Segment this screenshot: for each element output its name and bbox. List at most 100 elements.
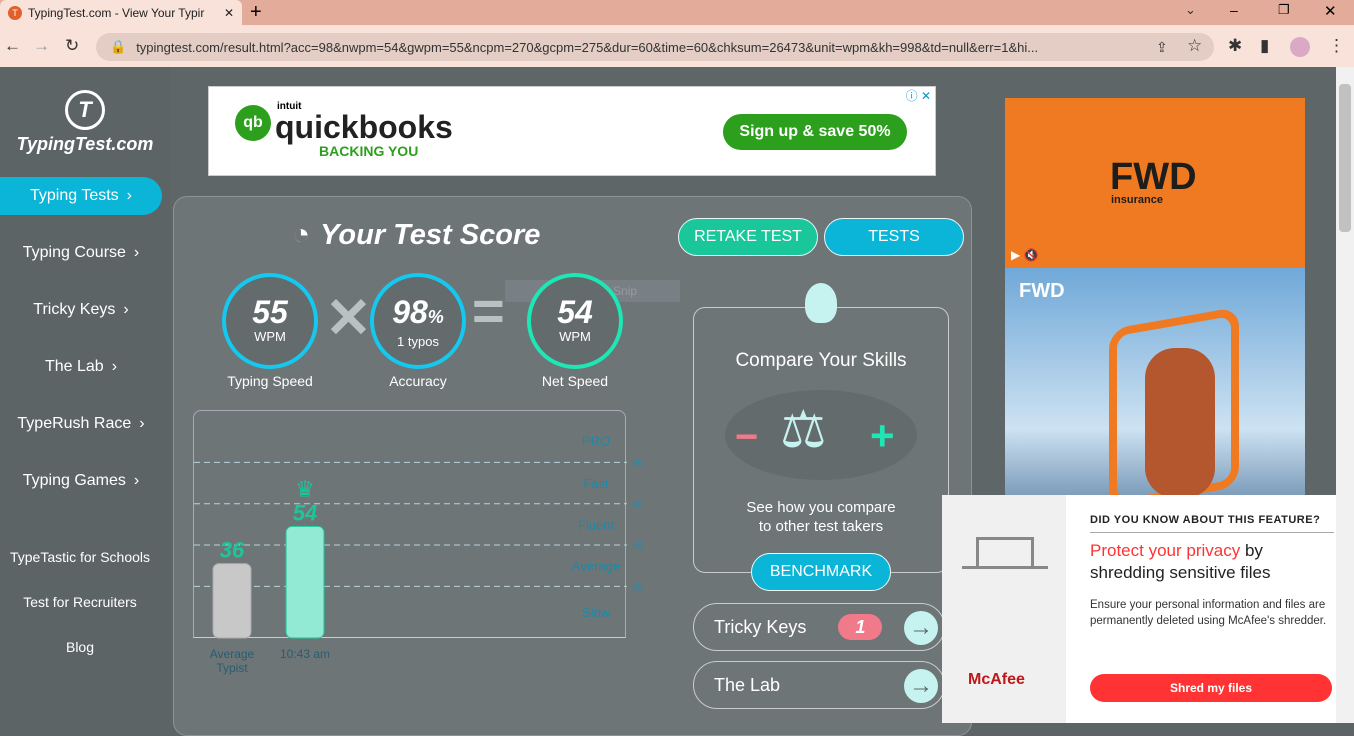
close-window-icon[interactable]: ✕	[1324, 2, 1337, 20]
mcafee-popup[interactable]: McAfee ✕ DID YOU KNOW ABOUT THIS FEATURE…	[942, 495, 1354, 723]
link-blog[interactable]: Blog	[0, 639, 160, 655]
tab-search-icon[interactable]: ⌄	[1185, 2, 1196, 18]
url-text: typingtest.com/result.html?acc=98&nwpm=5…	[136, 39, 1039, 55]
nav-label: TypeRush Race	[17, 415, 132, 432]
mcafee-left-panel: McAfee	[942, 495, 1066, 723]
hiker-figure	[1145, 348, 1215, 498]
address-bar[interactable]: 🔒 typingtest.com/result.html?acc=98&nwpm=…	[96, 33, 1214, 61]
chevron-right-icon: ›	[123, 301, 129, 318]
share-icon[interactable]: ⇪	[1156, 39, 1168, 56]
arrow-right-icon: →	[904, 611, 938, 645]
scrollbar-thumb[interactable]	[1339, 84, 1351, 232]
sidebar-item-typing-tests[interactable]: Typing Tests ›	[0, 177, 162, 215]
menu-icon[interactable]: ⋮	[1328, 36, 1345, 56]
nav-label: The Lab	[44, 358, 104, 375]
nav-label: Typing Tests	[30, 187, 119, 204]
site-logo[interactable]: T TypingTest.com	[0, 90, 170, 155]
link-recruiters[interactable]: Test for Recruiters	[0, 594, 160, 610]
sidebar-item-typing-games[interactable]: Typing Games ›	[0, 462, 162, 500]
band-label: Fast	[583, 476, 609, 491]
gridline-label: 45	[632, 541, 644, 552]
tests-button[interactable]: TESTS	[824, 218, 964, 256]
favicon-icon: T	[8, 5, 22, 20]
page-title: ◔ Your Test Score	[292, 218, 540, 252]
browser-tab[interactable]: T TypingTest.com - View Your Typir ✕	[0, 0, 242, 25]
restore-icon[interactable]: ❐	[1278, 2, 1290, 18]
reload-icon[interactable]: ↻	[65, 36, 79, 56]
net-speed-unit: WPM	[559, 329, 591, 344]
fwd-sub: insurance	[1111, 194, 1163, 206]
x-label-time: 10:43 am	[279, 647, 331, 661]
profile-avatar[interactable]	[1290, 37, 1310, 57]
title-text: Your Test Score	[320, 218, 541, 251]
play-mute-icon[interactable]: ▶ 🔇	[1011, 248, 1039, 262]
gridline-label: 25	[632, 582, 644, 593]
ad-brand: quickbooks	[275, 109, 453, 145]
gridline-label: 65	[632, 500, 644, 511]
band-label: PRO	[582, 434, 610, 449]
net-speed-ring: 54 WPM	[527, 273, 623, 369]
chevron-right-icon: ›	[133, 472, 140, 489]
chevron-right-icon: ›	[111, 358, 118, 375]
sidebar-item-tricky-keys[interactable]: Tricky Keys ›	[0, 291, 162, 329]
bar	[212, 563, 252, 639]
typing-speed-ring: 55 WPM	[222, 273, 318, 369]
typos-count: 1 typos	[397, 334, 439, 349]
x-label-average: Average Typist	[209, 647, 255, 675]
pill-label: Tricky Keys	[714, 616, 807, 637]
extensions-icon[interactable]: ✱	[1228, 36, 1242, 56]
pill-label: The Lab	[714, 674, 781, 695]
bar-value-label: 54	[293, 500, 317, 525]
link-typetastic[interactable]: TypeTastic for Schools	[0, 549, 160, 565]
fwd-logo: FWD	[1110, 156, 1197, 198]
headline-red: Protect your privacy	[1090, 541, 1241, 560]
speed-chart: 85 65 45 25 PRO Fast Fluent Average Slow 36 54 ♛	[193, 410, 644, 639]
retake-test-button[interactable]: RETAKE TEST	[678, 218, 818, 256]
nav-label: Typing Course	[22, 244, 126, 261]
typing-speed-unit: WPM	[254, 329, 286, 344]
benchmark-button[interactable]: BENCHMARK	[751, 553, 891, 591]
equals-icon: =	[472, 279, 505, 342]
forward-icon[interactable]: →	[33, 36, 50, 56]
fwd-ad[interactable]: FWD insurance ▶ 🔇 FWD	[1005, 98, 1305, 498]
compare-text-2: to other test takers	[758, 518, 884, 535]
quickbooks-ad[interactable]: qb intuit quickbooks BACKING YOU Sign up…	[208, 86, 936, 176]
the-lab-link[interactable]: The Lab →	[693, 661, 945, 709]
minus-icon: −	[735, 415, 759, 459]
compare-text-1: See how you compare	[746, 499, 896, 516]
bar-value-label: 36	[220, 538, 245, 563]
tricky-keys-link[interactable]: Tricky Keys 1 →	[693, 603, 945, 651]
ad-tagline: BACKING YOU	[319, 143, 419, 159]
accuracy-ring: 98% 1 typos	[370, 273, 466, 369]
bar	[285, 525, 325, 639]
logo-text: TypingTest.com	[16, 134, 154, 154]
gridline-label: 85	[632, 458, 644, 469]
arrow-right-icon: →	[904, 669, 938, 703]
lock-icon: 🔒	[110, 39, 127, 54]
tab-title: TypingTest.com - View Your Typir	[28, 5, 205, 20]
adchoices-icon[interactable]: ⓘ ✕	[906, 87, 931, 104]
sidebar-item-typerush-race[interactable]: TypeRush Race ›	[0, 405, 162, 443]
new-tab-button[interactable]: +	[250, 1, 262, 24]
sidebar-item-the-lab[interactable]: The Lab ›	[0, 348, 162, 386]
logo-icon: T	[65, 90, 105, 130]
chevron-right-icon: ›	[126, 187, 132, 204]
ad-cta-button[interactable]: Sign up & save 50%	[723, 114, 907, 150]
shredder-icon	[976, 537, 1034, 567]
ad-photo: FWD	[1005, 268, 1305, 498]
plus-icon: +	[870, 412, 895, 459]
band-label: Slow	[582, 605, 611, 620]
bookmark-star-icon[interactable]: ☆	[1187, 36, 1202, 56]
speedometer-icon: ◔	[292, 218, 311, 251]
minimize-icon[interactable]: –	[1230, 2, 1238, 18]
typing-speed-label: Typing Speed	[227, 373, 313, 389]
crown-icon: ♛	[295, 476, 315, 501]
sidepanel-icon[interactable]: ▮	[1260, 36, 1269, 56]
back-icon[interactable]: ←	[4, 36, 21, 56]
mcafee-logo: McAfee	[968, 671, 1025, 688]
sidebar-item-typing-course[interactable]: Typing Course ›	[0, 234, 162, 272]
typing-speed-value: 55	[252, 294, 288, 330]
band-label: Fluent	[578, 517, 615, 532]
close-tab-icon[interactable]: ✕	[224, 6, 234, 20]
shred-files-button[interactable]: Shred my files	[1090, 674, 1332, 702]
